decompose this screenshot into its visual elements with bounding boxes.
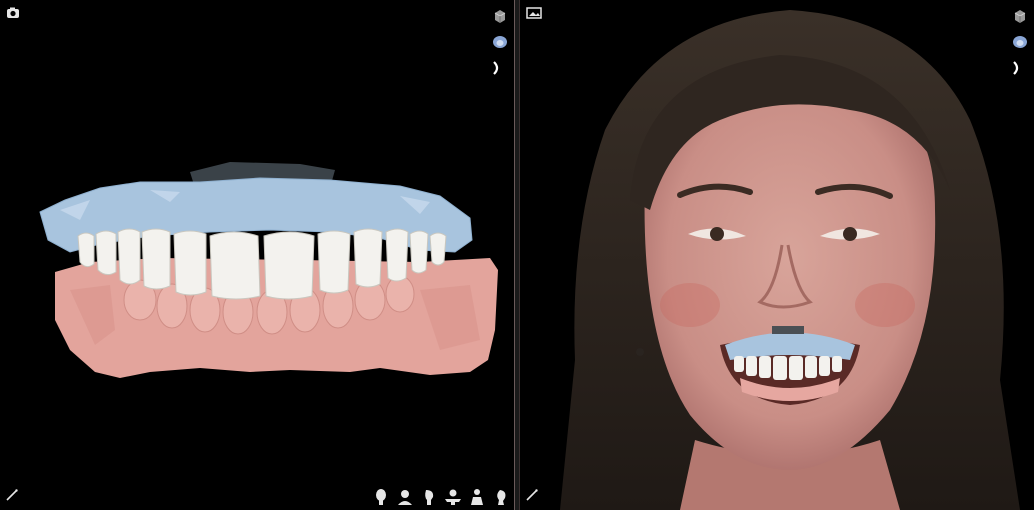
3d-model-viewport[interactable] bbox=[0, 0, 514, 510]
dental-arch-icon[interactable] bbox=[1012, 34, 1028, 50]
dental-arch-icon[interactable] bbox=[492, 34, 508, 50]
view-front-icon[interactable] bbox=[372, 488, 390, 506]
image-icon[interactable] bbox=[526, 6, 542, 22]
patient-photo bbox=[560, 10, 1020, 510]
cube-icon[interactable] bbox=[1012, 8, 1028, 24]
cube-icon[interactable] bbox=[492, 8, 508, 24]
view-profile-icon[interactable] bbox=[492, 488, 510, 506]
view-face-icon[interactable] bbox=[396, 488, 414, 506]
view-body-icon[interactable] bbox=[468, 488, 486, 506]
photo-viewport[interactable] bbox=[520, 0, 1034, 510]
view-side-icon[interactable] bbox=[420, 488, 438, 506]
bracket-icon[interactable] bbox=[490, 60, 506, 76]
wand-icon[interactable] bbox=[525, 488, 539, 502]
wand-icon[interactable] bbox=[5, 488, 19, 502]
camera-icon[interactable] bbox=[6, 6, 22, 22]
view-toolbar bbox=[372, 488, 510, 506]
bracket-icon[interactable] bbox=[1010, 60, 1026, 76]
view-bust-icon[interactable] bbox=[444, 488, 462, 506]
dental-3d-model[interactable] bbox=[0, 0, 514, 510]
